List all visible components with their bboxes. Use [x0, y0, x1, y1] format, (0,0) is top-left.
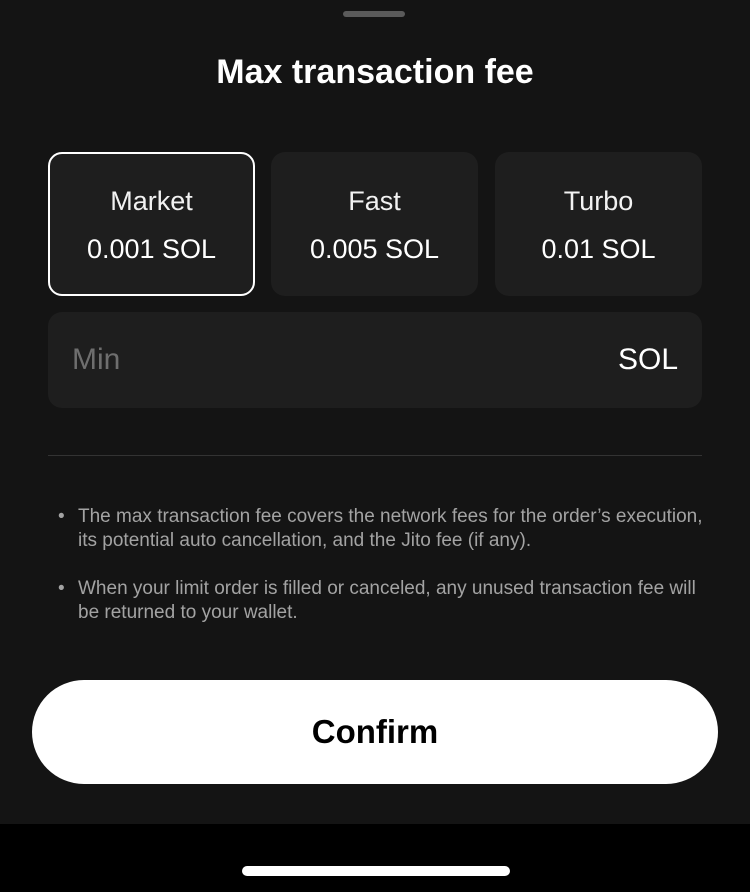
- custom-fee-input[interactable]: [72, 338, 572, 382]
- note-item: • When your limit order is filled or can…: [58, 577, 708, 625]
- fee-option-turbo[interactable]: Turbo 0.01 SOL: [495, 152, 702, 296]
- fee-option-market[interactable]: Market 0.001 SOL: [48, 152, 255, 296]
- fee-notes: • The max transaction fee covers the net…: [58, 505, 708, 649]
- fee-option-amount: 0.005 SOL: [309, 234, 440, 264]
- fee-option-name: Turbo: [563, 186, 634, 216]
- note-text: When your limit order is filled or cance…: [78, 578, 696, 623]
- custom-fee-field[interactable]: SOL: [48, 312, 702, 408]
- bottom-sheet: Max transaction fee Market 0.001 SOL Fas…: [0, 0, 750, 824]
- bullet-icon: •: [58, 506, 65, 527]
- divider: [48, 455, 702, 456]
- fee-option-name: Market: [110, 186, 193, 216]
- fee-option-name: Fast: [348, 186, 401, 216]
- confirm-button[interactable]: Confirm: [32, 680, 718, 784]
- home-indicator: [242, 866, 510, 876]
- fee-option-amount: 0.01 SOL: [541, 234, 656, 264]
- fee-option-fast[interactable]: Fast 0.005 SOL: [271, 152, 478, 296]
- bullet-icon: •: [58, 578, 65, 599]
- sheet-title: Max transaction fee: [216, 53, 534, 91]
- fee-unit-label: SOL: [617, 343, 678, 376]
- drag-handle[interactable]: [343, 11, 405, 17]
- note-text: The max transaction fee covers the netwo…: [78, 506, 703, 551]
- fee-option-amount: 0.001 SOL: [86, 234, 217, 264]
- note-item: • The max transaction fee covers the net…: [58, 505, 708, 553]
- fee-options: Market 0.001 SOL Fast 0.005 SOL Turbo 0.…: [48, 152, 702, 296]
